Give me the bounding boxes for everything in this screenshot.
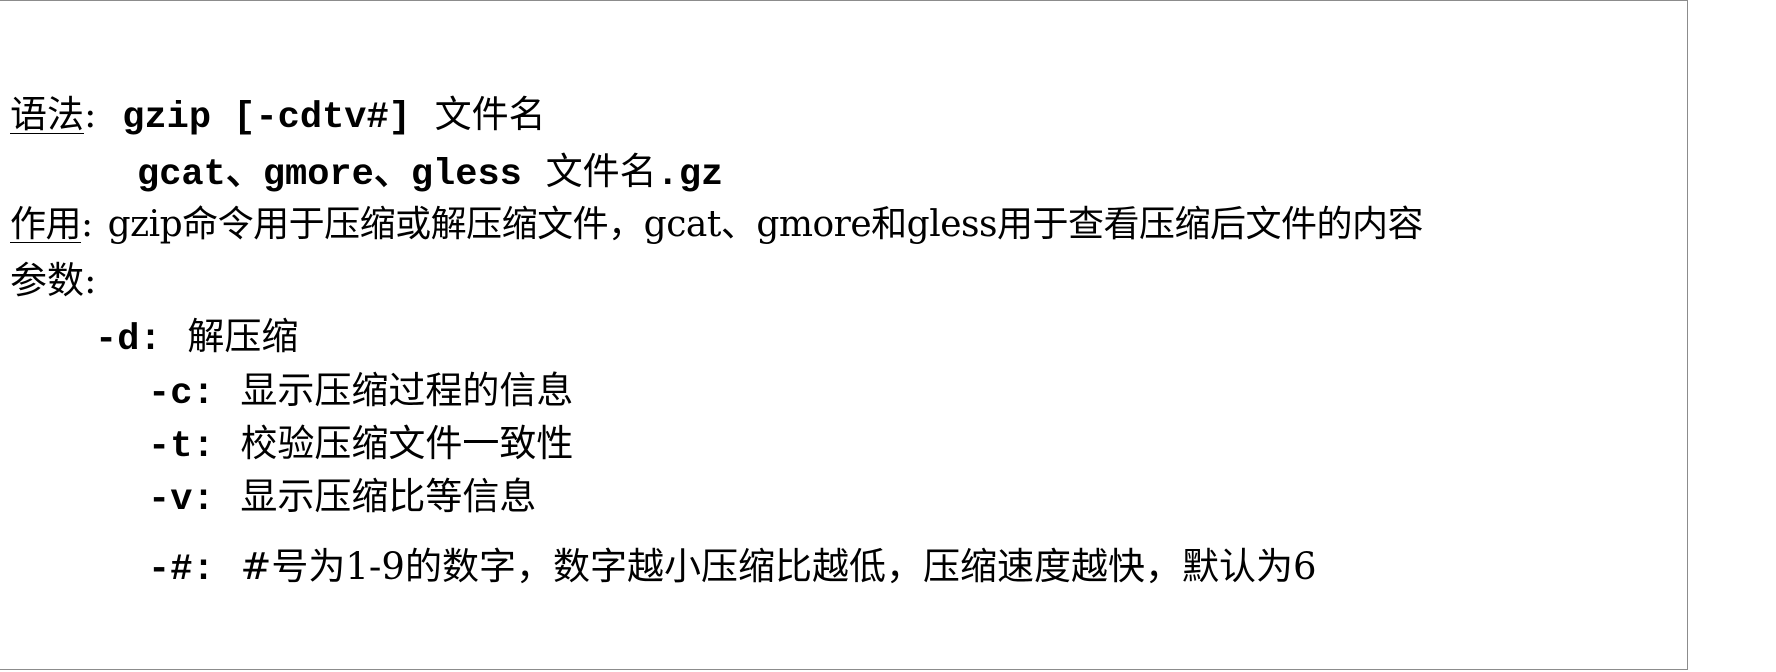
syntax-ext-2: .gz: [656, 154, 724, 196]
param-desc: 解压缩: [187, 315, 299, 358]
param-item: -v: 显示压缩比等信息: [148, 478, 536, 519]
syntax-arg-2: 文件名: [545, 150, 657, 193]
syntax-command-1: gzip [-cdtv#]: [122, 97, 411, 139]
syntax-label: 语法: [10, 93, 84, 136]
param-flag: -c:: [148, 373, 215, 415]
param-item: -d: 解压缩: [95, 318, 298, 359]
params-label: 参数:: [10, 259, 97, 302]
param-item: -t: 校验压缩文件一致性: [148, 425, 573, 466]
param-desc: 显示压缩比等信息: [240, 475, 537, 518]
param-flag: -t:: [148, 426, 215, 468]
param-item: -#: #号为1-9的数字，数字越小压缩比越低，压缩速度越快，默认为6: [148, 548, 1317, 589]
syntax-colon: :: [84, 93, 97, 136]
purpose-text: gzip命令用于压缩或解压缩文件，gcat、gmore和gless用于查看压缩后…: [107, 204, 1424, 245]
purpose-line: 作用: gzip命令用于压缩或解压缩文件，gcat、gmore和gless用于查…: [10, 204, 1424, 245]
purpose-colon: :: [81, 204, 93, 245]
param-flag: -d:: [95, 319, 162, 361]
param-desc: 校验压缩文件一致性: [240, 422, 574, 465]
syntax-line-1: 语法: gzip [-cdtv#] 文件名: [10, 96, 546, 137]
param-desc: 显示压缩过程的信息: [240, 369, 574, 412]
syntax-line-2: gcat、gmore、gless 文件名.gz: [137, 153, 723, 194]
param-desc: #号为1-9的数字，数字越小压缩比越低，压缩速度越快，默认为6: [240, 545, 1317, 588]
syntax-command-2: gcat、gmore、gless: [137, 154, 522, 196]
purpose-label: 作用: [10, 204, 82, 245]
param-item: -c: 显示压缩过程的信息: [148, 372, 573, 413]
param-flag: -#:: [148, 549, 215, 591]
param-flag: -v:: [148, 479, 215, 521]
syntax-arg-1: 文件名: [434, 93, 546, 136]
